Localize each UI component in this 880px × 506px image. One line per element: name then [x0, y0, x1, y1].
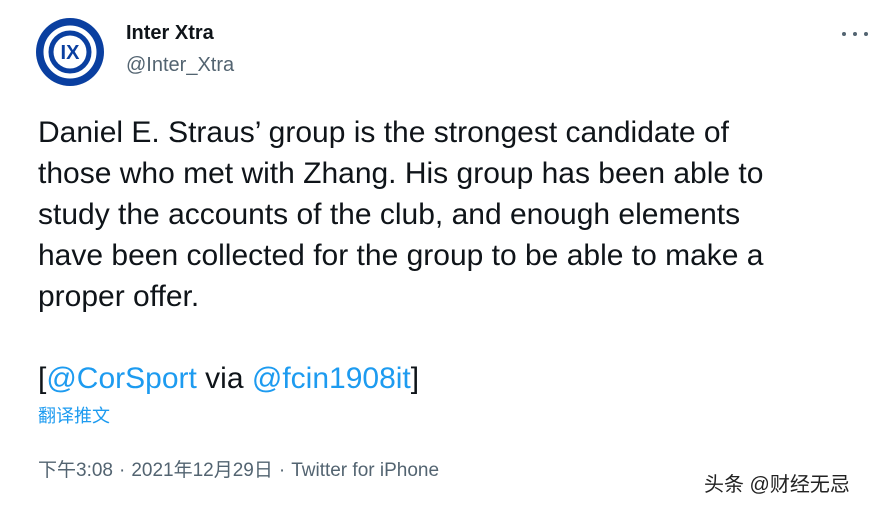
tweet-date[interactable]: 2021年12月29日 — [131, 460, 273, 481]
translate-tweet-link[interactable]: 翻译推文 — [38, 402, 110, 428]
tweet-text-line: have been collected for the group to be … — [38, 239, 764, 272]
tweet-text: Daniel E. Straus’ group is the strongest… — [38, 112, 868, 317]
watermark: 头条 @财经无忌 — [704, 474, 850, 496]
tweet-time[interactable]: 下午3:08 — [38, 460, 113, 481]
tweet-client[interactable]: Twitter for iPhone — [291, 460, 439, 481]
avatar-text: IX — [61, 42, 81, 64]
tweet-text-line: proper offer. — [38, 280, 200, 313]
more-options-button[interactable] — [842, 28, 868, 40]
user-handle[interactable]: @Inter_Xtra — [126, 54, 234, 77]
more-horizontal-icon — [842, 32, 846, 36]
close-bracket: ] — [410, 362, 420, 395]
more-horizontal-icon-dot — [853, 32, 857, 36]
tweet-text-line: Daniel E. Straus’ group is the strongest… — [38, 116, 729, 149]
via-text: via — [196, 362, 252, 395]
meta-separator: · — [118, 460, 126, 481]
tweet-text-line: those who met with Zhang. His group has … — [38, 157, 764, 190]
meta-separator: · — [278, 460, 286, 481]
mention-corsport[interactable]: @CorSport — [46, 362, 197, 395]
tweet-text-line: study the accounts of the club, and enou… — [38, 198, 741, 231]
display-name[interactable]: Inter Xtra — [126, 22, 214, 45]
avatar[interactable]: IX — [36, 18, 104, 86]
mention-fcin1908it[interactable]: @fcin1908it — [252, 362, 411, 395]
inter-xtra-logo: IX — [43, 25, 97, 79]
tweet-meta: 下午3:08 · 2021年12月29日 · Twitter for iPhone — [38, 455, 439, 482]
more-horizontal-icon-dot — [864, 32, 868, 36]
source-attribution: [@CorSport via @fcin1908it] — [38, 359, 419, 399]
